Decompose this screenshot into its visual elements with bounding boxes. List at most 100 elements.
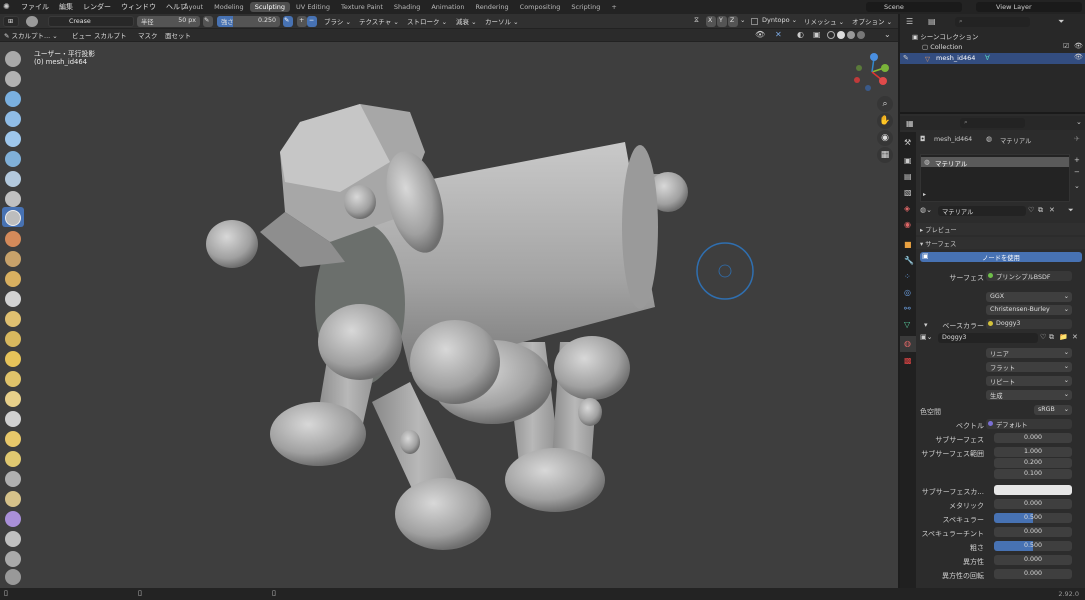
unlink-material-icon[interactable]: ✕ bbox=[1049, 206, 1055, 214]
menu-view[interactable]: ビュー bbox=[72, 30, 92, 41]
wireframe-shading-icon[interactable] bbox=[827, 31, 835, 39]
specular-slider[interactable]: 0.500 bbox=[994, 513, 1072, 523]
menu-window[interactable]: ウィンドウ bbox=[116, 2, 161, 12]
subsurface-method-dropdown[interactable]: Christensen-Burley ⌄ bbox=[986, 305, 1072, 315]
material-browse-icon[interactable]: ◍⌄ bbox=[920, 206, 932, 214]
tab-modeling[interactable]: Modeling bbox=[209, 2, 249, 12]
tab-uv-editing[interactable]: UV Editing bbox=[291, 2, 335, 12]
slot-add-button[interactable]: + bbox=[1074, 156, 1080, 164]
constraints-tab-icon[interactable]: ⚯ bbox=[904, 304, 911, 313]
tab-scripting[interactable]: Scripting bbox=[566, 2, 605, 12]
rendered-shading-icon[interactable] bbox=[857, 31, 865, 39]
link-menu-icon[interactable]: ⏷ bbox=[1068, 206, 1074, 215]
visibility-icon[interactable]: 👁 bbox=[755, 30, 765, 39]
image-open-folder-icon[interactable]: 📁 bbox=[1059, 333, 1068, 341]
texture-tab-icon[interactable]: ▩ bbox=[904, 356, 912, 365]
symmetry-z-button[interactable]: Z bbox=[728, 16, 738, 27]
brush-selector[interactable]: Crease bbox=[48, 16, 134, 27]
surface-shader-field[interactable]: プリンシプルBSDF bbox=[986, 271, 1072, 281]
crease-tool-icon[interactable] bbox=[5, 210, 21, 226]
subsurface-radius-y-field[interactable]: 0.200 bbox=[994, 458, 1072, 468]
scene-tab-icon[interactable]: ◈ bbox=[904, 204, 910, 213]
direction-add-button[interactable]: + bbox=[297, 16, 307, 27]
clay-strips-tool-icon[interactable] bbox=[5, 111, 21, 127]
navigation-gizmo[interactable] bbox=[848, 50, 892, 94]
distribution-dropdown[interactable]: GGX ⌄ bbox=[986, 292, 1072, 302]
scrape-tool-icon[interactable] bbox=[5, 291, 21, 307]
roughness-slider[interactable]: 0.500 bbox=[994, 541, 1072, 551]
extension-dropdown[interactable]: リピート ⌄ bbox=[986, 376, 1072, 386]
tab-animation[interactable]: Animation bbox=[426, 2, 469, 12]
fake-user-icon[interactable]: ♡ bbox=[1028, 206, 1034, 214]
brush-preview-icon[interactable] bbox=[26, 16, 38, 27]
fill-tool-icon[interactable] bbox=[5, 271, 21, 287]
pin-icon[interactable]: ✈ bbox=[1074, 135, 1080, 143]
subsurface-radius-z-field[interactable]: 0.100 bbox=[994, 469, 1072, 479]
outliner-object-row[interactable]: ✎ ▽ mesh_id464 ∀ 👁 bbox=[900, 53, 1085, 64]
inflate-tool-icon[interactable] bbox=[5, 171, 21, 187]
xray-icon[interactable]: ▣ bbox=[813, 30, 821, 39]
data-tab-icon[interactable]: ▽ bbox=[904, 320, 910, 329]
slot-remove-button[interactable]: − bbox=[1074, 168, 1080, 176]
dyntopo-checkbox[interactable] bbox=[751, 18, 758, 25]
outliner-editor-type-icon[interactable]: ☰ bbox=[906, 17, 913, 26]
brush-menu[interactable]: ブラシ ⌄ bbox=[324, 16, 351, 27]
subsurface-color-swatch[interactable] bbox=[994, 485, 1072, 495]
dyntopo-menu[interactable]: Dyntopo ⌄ bbox=[762, 16, 797, 27]
falloff-menu[interactable]: 減衰 ⌄ bbox=[456, 16, 477, 27]
mask-tool-icon[interactable] bbox=[5, 569, 21, 585]
view-layer-tab-icon[interactable]: ▧ bbox=[904, 188, 912, 197]
tab-layout[interactable]: Layout bbox=[176, 2, 208, 12]
material-slot-list[interactable]: ◍ マテリアル ▸ bbox=[920, 154, 1070, 202]
tab-compositing[interactable]: Compositing bbox=[515, 2, 566, 12]
object-tab-icon[interactable]: ■ bbox=[904, 240, 912, 249]
modifier-tab-icon[interactable]: 🔧 bbox=[904, 256, 914, 265]
object-eye-icon[interactable]: 👁 bbox=[1074, 53, 1083, 61]
solid-shading-icon[interactable] bbox=[837, 31, 845, 39]
remesh-menu[interactable]: リメッシュ ⌄ bbox=[804, 16, 844, 27]
menu-render[interactable]: レンダー bbox=[78, 2, 116, 12]
clay-thumb-tool-icon[interactable] bbox=[5, 131, 21, 147]
anisotropic-field[interactable]: 0.000 bbox=[994, 555, 1072, 565]
overlay-icon[interactable]: ◐ bbox=[797, 30, 804, 39]
smooth-tool-icon[interactable] bbox=[5, 231, 21, 247]
strength-pressure-icon[interactable]: ✎ bbox=[283, 16, 293, 27]
radius-field[interactable]: 半径 50 px bbox=[137, 16, 200, 27]
outliner-collection[interactable]: ▢ Collection bbox=[922, 43, 962, 51]
rotate-tool-icon[interactable] bbox=[5, 471, 21, 487]
image-fake-user-icon[interactable]: ♡ bbox=[1040, 333, 1046, 341]
menu-file[interactable]: ファイル bbox=[16, 2, 54, 12]
material-name-field[interactable]: マテリアル bbox=[938, 206, 1026, 216]
grid-icon[interactable]: ▦ bbox=[877, 147, 893, 163]
material-shading-icon[interactable] bbox=[847, 31, 855, 39]
add-workspace-icon[interactable]: + bbox=[606, 2, 621, 12]
subsurface-radius-x-field[interactable]: 1.000 bbox=[994, 447, 1072, 457]
stroke-menu[interactable]: ストローク ⌄ bbox=[407, 16, 447, 27]
projection-dropdown[interactable]: フラット ⌄ bbox=[986, 362, 1072, 372]
menu-mask[interactable]: マスク bbox=[138, 30, 158, 41]
mode-selector[interactable]: ✎ スカルプト... ⌄ bbox=[4, 30, 58, 41]
elastic-deform-tool-icon[interactable] bbox=[5, 371, 21, 387]
pinch-tool-icon[interactable] bbox=[5, 331, 21, 347]
camera-icon[interactable]: ◉ bbox=[877, 130, 893, 146]
menu-sculpt[interactable]: スカルプト bbox=[94, 30, 127, 41]
outliner-search-input[interactable]: ⌕ bbox=[955, 17, 1030, 27]
blob-tool-icon[interactable] bbox=[5, 191, 21, 207]
tool-tab-icon[interactable]: ⚒ bbox=[904, 138, 911, 147]
preview-panel-header[interactable]: ▸ プレビュー bbox=[916, 223, 1085, 235]
shading-dropdown-icon[interactable]: ⌄ bbox=[884, 30, 891, 39]
metallic-field[interactable]: 0.000 bbox=[994, 499, 1072, 509]
pan-hand-icon[interactable]: ✋ bbox=[877, 113, 893, 129]
vector-field[interactable]: デフォルト bbox=[986, 419, 1072, 429]
color-space-dropdown[interactable]: sRGB ⌄ bbox=[1034, 405, 1072, 415]
grab-tool-icon[interactable] bbox=[5, 351, 21, 367]
symmetry-icon[interactable]: ⧖ bbox=[694, 16, 699, 25]
collection-checkbox-icon[interactable]: ☑ bbox=[1063, 42, 1069, 50]
physics-tab-icon[interactable]: ◎ bbox=[904, 288, 911, 297]
scene-selector[interactable]: Scene bbox=[866, 2, 962, 12]
symmetry-x-button[interactable]: X bbox=[706, 16, 716, 27]
draw-sharp-tool-icon[interactable] bbox=[5, 71, 21, 87]
tab-texture-paint[interactable]: Texture Paint bbox=[336, 2, 388, 12]
symmetry-dropdown-icon[interactable]: ⌄ bbox=[740, 16, 745, 27]
pose-tool-icon[interactable] bbox=[5, 431, 21, 447]
